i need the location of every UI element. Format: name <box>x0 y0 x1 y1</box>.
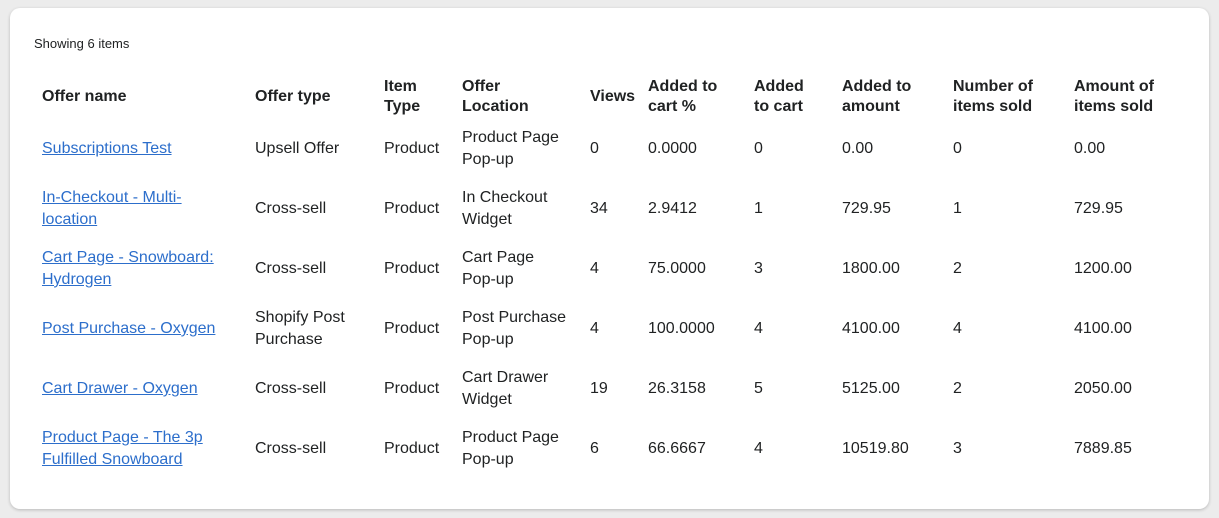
header-views: Views <box>590 88 636 105</box>
added-to-amount-cell: 1800.00 <box>842 260 900 277</box>
added-to-cart-pct-cell: 66.6667 <box>648 440 706 457</box>
offer-location-cell: Product Page Pop-up <box>462 429 559 468</box>
amount-sold-cell: 729.95 <box>1074 200 1123 217</box>
offer-name-link[interactable]: Subscriptions Test <box>42 140 172 157</box>
views-cell: 6 <box>590 440 599 457</box>
amount-sold-cell: 0.00 <box>1074 140 1106 157</box>
offer-name-link[interactable]: Post Purchase - Oxygen <box>42 320 215 337</box>
added-to-cart-cell: 4 <box>754 440 763 457</box>
item-type-cell: Product <box>384 380 440 397</box>
added-to-cart-cell: 1 <box>754 200 763 217</box>
header-added-to-cart: Added to cart <box>754 78 804 115</box>
table-row: Post Purchase - Oxygen Shopify Post Purc… <box>32 299 1192 359</box>
items-sold-cell: 4 <box>953 320 962 337</box>
table-row: Cart Page - Snowboard: Hydrogen Cross-se… <box>32 239 1192 299</box>
views-cell: 34 <box>590 200 608 217</box>
added-to-cart-cell: 0 <box>754 140 763 157</box>
views-cell: 19 <box>590 380 608 397</box>
added-to-amount-cell: 5125.00 <box>842 380 900 397</box>
offer-name-link[interactable]: Cart Page - Snowboard: Hydrogen <box>42 249 214 288</box>
header-row: Offer name Offer type Item Type Offer Lo… <box>32 75 1192 119</box>
amount-sold-cell: 2050.00 <box>1074 380 1132 397</box>
item-type-cell: Product <box>384 260 440 277</box>
offer-location-cell: In Checkout Widget <box>462 189 548 228</box>
views-cell: 4 <box>590 260 599 277</box>
added-to-amount-cell: 729.95 <box>842 200 891 217</box>
item-type-cell: Product <box>384 200 440 217</box>
offer-type-cell: Cross-sell <box>255 380 327 397</box>
header-offer-name: Offer name <box>42 88 127 105</box>
header-added-to-amount: Added to amount <box>842 78 912 115</box>
added-to-amount-cell: 0.00 <box>842 140 874 157</box>
offer-location-cell: Cart Drawer Widget <box>462 369 549 408</box>
table-row: In-Checkout - Multi-location Cross-sell … <box>32 179 1192 239</box>
offer-type-cell: Cross-sell <box>255 440 327 457</box>
item-type-cell: Product <box>384 140 440 157</box>
offers-table: Offer name Offer type Item Type Offer Lo… <box>32 75 1192 479</box>
offer-type-cell: Cross-sell <box>255 200 327 217</box>
added-to-cart-pct-cell: 2.9412 <box>648 200 697 217</box>
header-number-items-sold: Number of items sold <box>953 78 1033 115</box>
amount-sold-cell: 1200.00 <box>1074 260 1132 277</box>
items-sold-cell: 0 <box>953 140 962 157</box>
items-sold-cell: 2 <box>953 260 962 277</box>
table-row: Subscriptions Test Upsell Offer Product … <box>32 119 1192 179</box>
offer-location-cell: Product Page Pop-up <box>462 129 559 168</box>
amount-sold-cell: 4100.00 <box>1074 320 1132 337</box>
amount-sold-cell: 7889.85 <box>1074 440 1132 457</box>
views-cell: 0 <box>590 140 599 157</box>
offer-type-cell: Shopify Post Purchase <box>255 309 345 348</box>
item-type-cell: Product <box>384 320 440 337</box>
offer-location-cell: Cart Page Pop-up <box>462 249 535 288</box>
items-sold-cell: 3 <box>953 440 962 457</box>
item-count: Showing 6 items <box>34 36 130 51</box>
added-to-amount-cell: 10519.80 <box>842 440 909 457</box>
header-added-to-cart-pct: Added to cart % <box>648 78 718 115</box>
added-to-cart-pct-cell: 0.0000 <box>648 140 697 157</box>
added-to-cart-cell: 4 <box>754 320 763 337</box>
added-to-cart-pct-cell: 26.3158 <box>648 380 706 397</box>
added-to-cart-cell: 3 <box>754 260 763 277</box>
views-cell: 4 <box>590 320 599 337</box>
header-offer-location: Offer Location <box>462 78 529 115</box>
added-to-amount-cell: 4100.00 <box>842 320 900 337</box>
added-to-cart-pct-cell: 100.0000 <box>648 320 715 337</box>
offer-name-link[interactable]: In-Checkout - Multi-location <box>42 189 182 228</box>
offer-name-link[interactable]: Product Page - The 3p Fulfilled Snowboar… <box>42 429 203 468</box>
report-card: Showing 6 items Offer name Offer type It… <box>10 8 1209 509</box>
header-item-type: Item Type <box>384 78 421 115</box>
added-to-cart-pct-cell: 75.0000 <box>648 260 706 277</box>
table-row: Product Page - The 3p Fulfilled Snowboar… <box>32 419 1192 479</box>
table-row: Cart Drawer - Oxygen Cross-sell Product … <box>32 359 1192 419</box>
header-offer-type: Offer type <box>255 88 331 105</box>
offer-type-cell: Cross-sell <box>255 260 327 277</box>
header-amount-items-sold: Amount of items sold <box>1074 78 1154 115</box>
item-type-cell: Product <box>384 440 440 457</box>
offer-location-cell: Post Purchase Pop-up <box>462 309 567 348</box>
items-sold-cell: 2 <box>953 380 962 397</box>
offer-type-cell: Upsell Offer <box>255 140 340 157</box>
items-sold-cell: 1 <box>953 200 962 217</box>
offer-name-link[interactable]: Cart Drawer - Oxygen <box>42 380 198 397</box>
added-to-cart-cell: 5 <box>754 380 763 397</box>
